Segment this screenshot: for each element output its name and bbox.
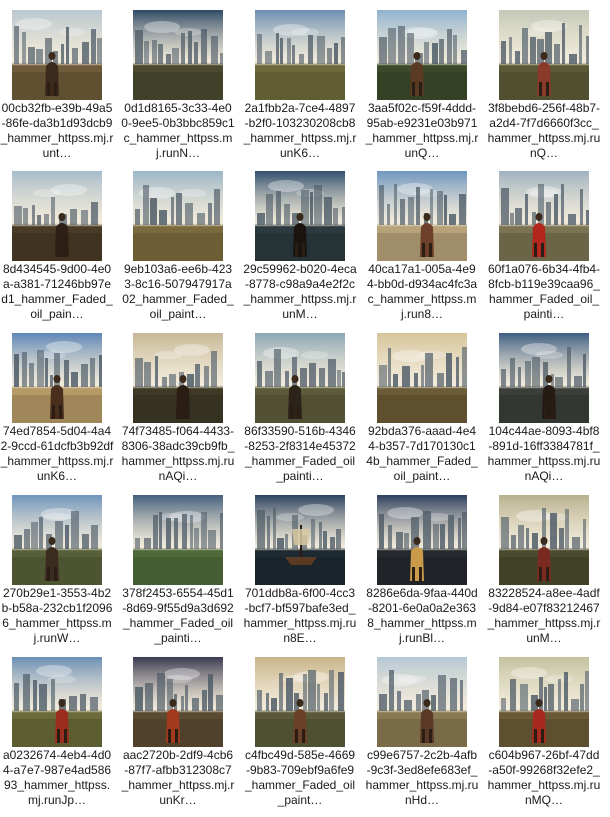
file-name: c99e6757-2c2b-4afb-9c3f-3ed8efe683ef_ham…	[365, 748, 479, 807]
file-name: 3aa5f02c-f59f-4ddd-95ab-e9231e03b971_ham…	[365, 101, 479, 160]
file-name: 0d1d8165-3c33-4e00-9ee5-0b3bbc859c1c_ham…	[121, 101, 235, 160]
file-name: 60f1a076-6b34-4fb4-8fcb-b119e39caa96_ham…	[487, 262, 601, 321]
file-item[interactable]: 00cb32fb-e39b-49a5-86fe-da3b1d93dcb9_ham…	[0, 10, 118, 170]
oil-painting-thumbnail-icon[interactable]	[12, 657, 102, 747]
file-name: 00cb32fb-e39b-49a5-86fe-da3b1d93dcb9_ham…	[0, 101, 114, 160]
oil-painting-thumbnail-icon[interactable]	[377, 171, 467, 261]
file-name: 86f33590-516b-4346-8253-2f8314e45372_ham…	[244, 424, 356, 483]
oil-painting-thumbnail-icon[interactable]	[255, 171, 345, 261]
file-item[interactable]: 8d434545-9d00-4e0a-a381-71246bb97ed1_ham…	[0, 171, 118, 331]
file-name: 9eb103a6-ee6b-4233-8c16-507947917a02_ham…	[122, 262, 234, 321]
file-item[interactable]: c604b967-26bf-47dd-a50f-99268f32efe2_ham…	[487, 657, 605, 817]
file-name: 40ca17a1-005a-4e94-bb0d-d934ac4fc3ac_ham…	[366, 262, 478, 321]
file-name: a0232674-4eb4-4d04-a7e7-987e4ad58693_ham…	[2, 748, 112, 807]
oil-painting-thumbnail-icon[interactable]	[12, 171, 102, 261]
file-name: 92bda376-aaad-4e44-b357-7d170130c14b_ham…	[366, 424, 478, 483]
file-item[interactable]: 74ed7854-5d04-4a42-9ccd-61dcfb3b92df_ham…	[0, 333, 118, 493]
file-item[interactable]: 40ca17a1-005a-4e94-bb0d-d934ac4fc3ac_ham…	[365, 171, 483, 331]
file-item[interactable]: 29c59962-b020-4eca-8778-c98a9a4e2f2c_ham…	[243, 171, 361, 331]
file-item[interactable]: a0232674-4eb4-4d04-a7e7-987e4ad58693_ham…	[0, 657, 118, 817]
file-name: 8286e6da-9faa-440d-8201-6e0a0a2e3638_ham…	[366, 586, 478, 645]
oil-painting-thumbnail-icon[interactable]	[255, 495, 345, 585]
oil-painting-thumbnail-icon[interactable]	[133, 657, 223, 747]
file-name: 74ed7854-5d04-4a42-9ccd-61dcfb3b92df_ham…	[0, 424, 114, 483]
file-item[interactable]: c99e6757-2c2b-4afb-9c3f-3ed8efe683ef_ham…	[365, 657, 483, 817]
file-item[interactable]: 8286e6da-9faa-440d-8201-6e0a0a2e3638_ham…	[365, 495, 483, 655]
oil-painting-thumbnail-icon[interactable]	[377, 333, 467, 423]
oil-painting-thumbnail-icon[interactable]	[499, 171, 589, 261]
file-name: 29c59962-b020-4eca-8778-c98a9a4e2f2c_ham…	[243, 262, 357, 321]
file-item[interactable]: aac2720b-2df9-4cb6-87f7-afbb312308c7_ham…	[121, 657, 239, 817]
oil-painting-thumbnail-icon[interactable]	[377, 495, 467, 585]
file-item[interactable]: 60f1a076-6b34-4fb4-8fcb-b119e39caa96_ham…	[487, 171, 605, 331]
oil-painting-thumbnail-icon[interactable]	[133, 171, 223, 261]
oil-painting-thumbnail-icon[interactable]	[255, 10, 345, 100]
file-name: 378f2453-6554-45d1-8d69-9f55d9a3d692_ham…	[122, 586, 234, 645]
file-name: aac2720b-2df9-4cb6-87f7-afbb312308c7_ham…	[121, 748, 235, 807]
file-name: 2a1fbb2a-7ce4-4897-b2f0-103230208cb8_ham…	[243, 101, 357, 160]
file-item[interactable]: 83228524-a8ee-4adf-9d84-e07f83212467_ham…	[487, 495, 605, 655]
oil-painting-thumbnail-icon[interactable]	[499, 657, 589, 747]
oil-painting-thumbnail-icon[interactable]	[133, 10, 223, 100]
file-name: 8d434545-9d00-4e0a-a381-71246bb97ed1_ham…	[1, 262, 113, 321]
oil-painting-thumbnail-icon[interactable]	[499, 10, 589, 100]
file-name: 104c44ae-8093-4bf8-891d-16ff3384781f_ham…	[487, 424, 601, 483]
oil-painting-thumbnail-icon[interactable]	[499, 333, 589, 423]
file-name: 83228524-a8ee-4adf-9d84-e07f83212467_ham…	[487, 586, 601, 645]
file-item[interactable]: c4fbc49d-585e-4669-9b83-709ebf9a6fe9_ham…	[243, 657, 361, 817]
oil-painting-thumbnail-icon[interactable]	[377, 657, 467, 747]
oil-painting-thumbnail-icon[interactable]	[12, 495, 102, 585]
file-item[interactable]: 701ddb8a-6f00-4cc3-bcf7-bf597bafe3ed_ham…	[243, 495, 361, 655]
oil-painting-thumbnail-icon[interactable]	[133, 495, 223, 585]
file-name: c604b967-26bf-47dd-a50f-99268f32efe2_ham…	[487, 748, 601, 807]
file-item[interactable]: 74f73485-f064-4433-8306-38adc39cb9fb_ham…	[121, 333, 239, 493]
oil-painting-thumbnail-icon[interactable]	[377, 10, 467, 100]
file-grid: 00cb32fb-e39b-49a5-86fe-da3b1d93dcb9_ham…	[0, 0, 610, 817]
file-item[interactable]: 378f2453-6554-45d1-8d69-9f55d9a3d692_ham…	[121, 495, 239, 655]
file-item[interactable]: 3f8bebd6-256f-48b7-a2d4-7f7d6660f3cc_ham…	[487, 10, 605, 170]
oil-painting-thumbnail-icon[interactable]	[499, 495, 589, 585]
file-item[interactable]: 270b29e1-3553-4b2b-b58a-232cb1f20966_ham…	[0, 495, 118, 655]
file-name: 701ddb8a-6f00-4cc3-bcf7-bf597bafe3ed_ham…	[243, 586, 357, 645]
file-item[interactable]: 0d1d8165-3c33-4e00-9ee5-0b3bbc859c1c_ham…	[121, 10, 239, 170]
file-item[interactable]: 9eb103a6-ee6b-4233-8c16-507947917a02_ham…	[121, 171, 239, 331]
file-name: 3f8bebd6-256f-48b7-a2d4-7f7d6660f3cc_ham…	[487, 101, 601, 160]
file-name: 74f73485-f064-4433-8306-38adc39cb9fb_ham…	[121, 424, 235, 483]
oil-painting-thumbnail-icon[interactable]	[255, 333, 345, 423]
file-item[interactable]: 92bda376-aaad-4e44-b357-7d170130c14b_ham…	[365, 333, 483, 493]
oil-painting-thumbnail-icon[interactable]	[133, 333, 223, 423]
file-item[interactable]: 3aa5f02c-f59f-4ddd-95ab-e9231e03b971_ham…	[365, 10, 483, 170]
file-name: c4fbc49d-585e-4669-9b83-709ebf9a6fe9_ham…	[244, 748, 356, 807]
file-item[interactable]: 2a1fbb2a-7ce4-4897-b2f0-103230208cb8_ham…	[243, 10, 361, 170]
file-item[interactable]: 86f33590-516b-4346-8253-2f8314e45372_ham…	[243, 333, 361, 493]
oil-painting-thumbnail-icon[interactable]	[255, 657, 345, 747]
oil-painting-thumbnail-icon[interactable]	[12, 10, 102, 100]
file-name: 270b29e1-3553-4b2b-b58a-232cb1f20966_ham…	[1, 586, 113, 645]
file-item[interactable]: 104c44ae-8093-4bf8-891d-16ff3384781f_ham…	[487, 333, 605, 493]
oil-painting-thumbnail-icon[interactable]	[12, 333, 102, 423]
